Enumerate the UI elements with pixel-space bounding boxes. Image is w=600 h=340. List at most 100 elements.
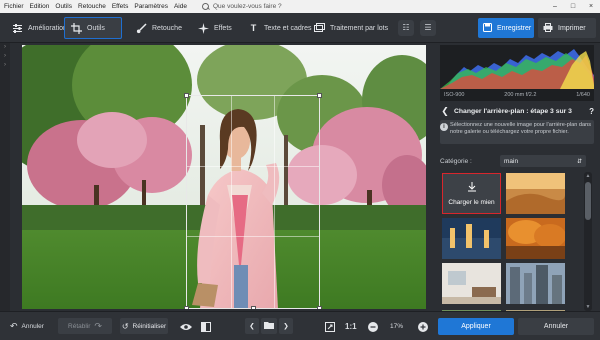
zoom-1-1-button[interactable]: 1:1 [345, 319, 357, 334]
upload-label: Charger le mien [448, 198, 495, 206]
reset-button[interactable]: ↺ Réinitialiser [120, 318, 168, 334]
crop-handle[interactable] [317, 93, 322, 98]
crop-grid-line [274, 96, 276, 308]
chevron-right-icon: ❯ [283, 323, 289, 330]
apply-button[interactable]: Appliquer [438, 318, 514, 335]
crop-handle[interactable] [184, 306, 189, 309]
cancel-button[interactable]: Annuler [518, 318, 594, 335]
chevron-left-icon: ❮ [249, 323, 255, 330]
maximize-icon[interactable]: □ [564, 3, 582, 10]
prev-photo-button[interactable]: ❮ [245, 318, 259, 334]
redo-icon: ↷ [94, 320, 102, 331]
crop-handle[interactable] [184, 93, 189, 98]
side-collapse-strip[interactable]: › › › [0, 43, 10, 311]
crop-handle[interactable] [251, 306, 256, 309]
close-icon[interactable]: × [582, 3, 600, 10]
undo-label: Annuler [21, 323, 44, 330]
undo-button[interactable]: ↶ Annuler [10, 319, 44, 334]
zoom-out-icon[interactable] [368, 319, 378, 334]
reset-icon: ↺ [121, 321, 129, 331]
main-toolbar: Amélioration Outils Retouche Effets T Te… [0, 13, 600, 43]
menu-retouche[interactable]: Retouche [78, 3, 106, 10]
save-button[interactable]: Enregistrer [478, 18, 534, 38]
crop-grid-line [230, 96, 232, 308]
tab-label: Retouche [152, 24, 182, 32]
edited-photo[interactable] [22, 45, 426, 309]
step-header: ❮ Changer l'arrière-plan : étape 3 sur 3… [440, 104, 594, 118]
batch-icon [314, 22, 325, 34]
tab-label: Traitement par lots [330, 24, 389, 32]
gallery-thumb[interactable] [506, 173, 565, 214]
chevron-right-icon: › [4, 62, 6, 68]
fit-screen-icon[interactable] [325, 319, 335, 334]
category-row: Catégorie : main ⇵ [440, 155, 594, 167]
folder-button[interactable] [261, 318, 277, 334]
gallery-thumb[interactable] [442, 218, 501, 259]
tab-retouche[interactable]: Retouche [130, 17, 188, 39]
menu-effets[interactable]: Effets [112, 3, 129, 10]
exif-shutter: 1/640 [576, 92, 590, 98]
menu-bar: Fichier Edition Outils Retouche Effets P… [0, 0, 600, 13]
brush-icon [136, 22, 147, 34]
save-label: Enregistrer [497, 24, 532, 32]
gallery-scrollbar[interactable]: ▲ ▼ [584, 172, 592, 311]
category-select[interactable]: main ⇵ [500, 155, 586, 167]
tab-outils[interactable]: Outils [64, 17, 122, 39]
exif-info: ISO-900 200 mm f/2.2 1/640 [440, 89, 594, 101]
gallery-thumb[interactable] [506, 218, 565, 259]
upload-own-button[interactable]: Charger le mien [442, 173, 501, 214]
tab-label: Effets [214, 24, 232, 32]
tab-traitement-lots[interactable]: Traitement par lots [308, 17, 394, 39]
help-icon[interactable]: ? [589, 107, 594, 116]
redo-button[interactable]: Rétablir ↷ [58, 318, 112, 334]
scroll-up-icon[interactable]: ▲ [584, 173, 592, 179]
crop-handle[interactable] [317, 306, 322, 309]
tab-label: Amélioration [28, 24, 67, 32]
reset-label: Réinitialiser [132, 322, 167, 330]
gallery-thumb[interactable] [506, 263, 565, 304]
scroll-down-icon[interactable]: ▼ [584, 304, 592, 310]
category-label: Catégorie : [440, 157, 472, 165]
bottom-bar: ↶ Annuler Rétablir ↷ ↺ Réinitialiser ❮ ❯… [0, 311, 600, 340]
up-down-icon: ⇵ [576, 158, 582, 165]
crop-icon [71, 22, 82, 34]
info-icon: i [440, 123, 448, 131]
undo-icon: ↶ [10, 321, 18, 331]
menu-parametres[interactable]: Paramètres [134, 3, 168, 10]
sparkle-icon [198, 22, 209, 34]
gallery-thumb[interactable] [442, 263, 501, 304]
menu-edition[interactable]: Edition [30, 3, 50, 10]
zoom-in-icon[interactable] [418, 319, 428, 334]
print-button[interactable]: Imprimer [538, 18, 596, 38]
tab-effets[interactable]: Effets [192, 17, 238, 39]
info-text: Sélectionnez une nouvelle image pour l'a… [450, 122, 591, 135]
right-panel: ISO-900 200 mm f/2.2 1/640 ❮ Changer l'a… [435, 43, 600, 311]
menu-outils[interactable]: Outils [55, 3, 72, 10]
back-arrow-icon[interactable]: ❮ [440, 106, 450, 117]
compare-icon[interactable]: ☷ [398, 20, 414, 36]
history-icon[interactable]: ☰ [420, 20, 436, 36]
next-photo-button[interactable]: ❯ [279, 318, 293, 334]
sliders-icon [12, 23, 23, 34]
background-gallery: Charger le mien [440, 172, 587, 311]
exif-iso: ISO-900 [444, 92, 465, 98]
search-field[interactable]: Que voulez-vous faire ? [201, 2, 282, 11]
crop-grid-line [187, 165, 319, 167]
eye-icon[interactable] [180, 319, 192, 334]
download-icon [467, 181, 477, 194]
compare-split-icon[interactable] [201, 319, 211, 334]
chevron-right-icon: › [4, 53, 6, 59]
save-icon [483, 22, 492, 34]
menu-aide[interactable]: Aide [174, 3, 187, 10]
scroll-thumb[interactable] [585, 182, 591, 220]
info-box: i Sélectionnez une nouvelle image pour l… [440, 120, 594, 144]
menu-fichier[interactable]: Fichier [4, 3, 24, 10]
tab-amelioration[interactable]: Amélioration [6, 17, 73, 39]
window-controls: – □ × [546, 0, 600, 13]
tab-label: Texte et cadres [264, 24, 312, 32]
exif-focal: 200 mm f/2.2 [504, 92, 537, 98]
crop-frame[interactable] [184, 93, 322, 309]
minimize-icon[interactable]: – [546, 3, 564, 10]
search-icon [201, 2, 210, 11]
tab-texte-cadres[interactable]: T Texte et cadres [242, 17, 317, 39]
